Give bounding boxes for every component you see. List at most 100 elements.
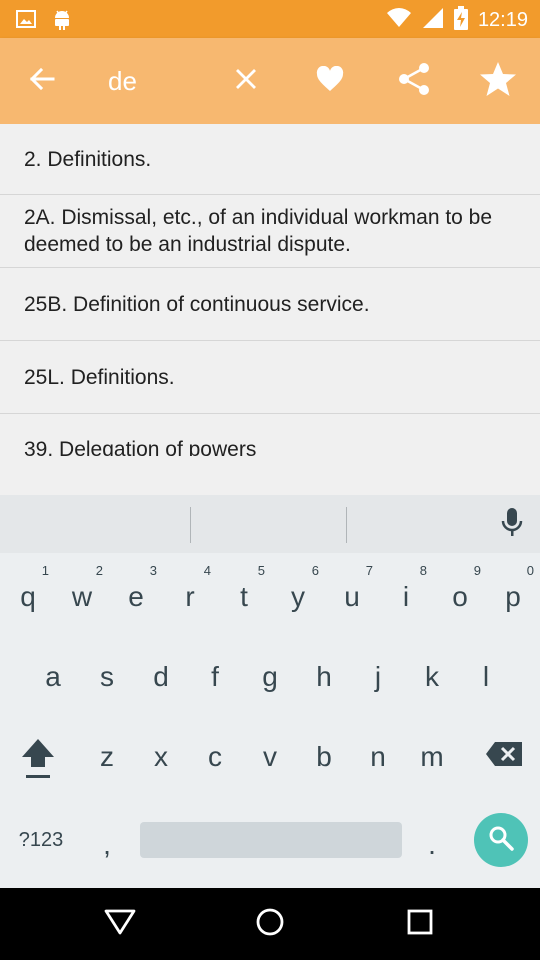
key-j[interactable]: j: [351, 645, 405, 709]
back-button[interactable]: [20, 59, 64, 103]
results-list: 2. Definitions. 2A. Dismissal, etc., of …: [0, 124, 540, 456]
key-p[interactable]: p0: [486, 563, 540, 629]
nav-back-triangle-icon: [104, 909, 136, 940]
search-icon: [488, 825, 514, 856]
backspace-key[interactable]: [476, 725, 532, 789]
key-label: d: [153, 661, 169, 692]
key-label: n: [370, 741, 386, 772]
key-label: .: [428, 829, 436, 860]
key-u[interactable]: u7: [325, 563, 379, 629]
key-v[interactable]: v: [243, 725, 297, 789]
battery-charging-icon: [453, 6, 468, 35]
key-label: c: [208, 741, 222, 772]
key-label: z: [100, 741, 114, 772]
soft-keyboard: q1 w2 e3 r4 t5 y6 u7 i8 o9 p0 a s d f g …: [0, 495, 540, 888]
key-e[interactable]: e3: [109, 563, 163, 629]
list-item[interactable]: 39. Delegation of powers: [0, 414, 540, 456]
symbols-key[interactable]: ?123: [6, 813, 76, 867]
key-d[interactable]: d: [134, 645, 188, 709]
key-label: l: [482, 661, 490, 692]
key-hint: 7: [365, 563, 373, 578]
bookmark-star-button[interactable]: [476, 59, 520, 103]
key-r[interactable]: r4: [163, 563, 217, 629]
key-o[interactable]: o9: [433, 563, 487, 629]
list-item-text: 25L. Definitions.: [24, 365, 175, 389]
shift-key[interactable]: [10, 725, 66, 795]
key-label: q: [20, 581, 36, 612]
nav-home-button[interactable]: [248, 902, 292, 946]
favorite-button[interactable]: [308, 59, 352, 103]
key-w[interactable]: w2: [55, 563, 109, 629]
period-key[interactable]: .: [405, 813, 459, 877]
key-hint: 9: [473, 563, 481, 578]
key-hint: 3: [149, 563, 157, 578]
key-a[interactable]: a: [26, 645, 80, 709]
key-label: w: [71, 581, 93, 612]
key-q[interactable]: q1: [1, 563, 55, 629]
key-label: y: [291, 581, 305, 612]
key-t[interactable]: t5: [217, 563, 271, 629]
suggestion-strip: [0, 495, 540, 553]
clear-icon: [235, 68, 257, 95]
comma-key[interactable]: ,: [80, 813, 134, 877]
cell-signal-icon: [422, 7, 444, 34]
list-item[interactable]: 2A. Dismissal, etc., of an individual wo…: [0, 195, 540, 268]
wifi-icon: [386, 8, 412, 33]
key-x[interactable]: x: [134, 725, 188, 789]
voice-input-button[interactable]: [490, 505, 534, 545]
key-label: h: [316, 661, 332, 692]
key-label: f: [211, 661, 219, 692]
nav-back-button[interactable]: [98, 902, 142, 946]
search-input[interactable]: [108, 64, 218, 98]
key-label: x: [154, 741, 168, 772]
key-n[interactable]: n: [351, 725, 405, 789]
key-label: e: [128, 581, 144, 612]
key-label: g: [262, 661, 278, 692]
key-hint: 5: [257, 563, 265, 578]
key-hint: 6: [311, 563, 319, 578]
key-hint: 8: [419, 563, 427, 578]
navigation-bar: [0, 888, 540, 960]
list-item-text: 39. Delegation of powers: [24, 438, 257, 456]
status-bar: 12:19: [0, 0, 540, 38]
image-notification-icon: [16, 10, 36, 33]
key-s[interactable]: s: [80, 645, 134, 709]
star-icon: [479, 61, 517, 102]
key-label: r: [185, 581, 195, 612]
list-item[interactable]: 25L. Definitions.: [0, 341, 540, 414]
key-k[interactable]: k: [405, 645, 459, 709]
key-hint: 2: [95, 563, 103, 578]
list-item[interactable]: 25B. Definition of continuous service.: [0, 268, 540, 341]
key-y[interactable]: y6: [271, 563, 325, 629]
clear-search-button[interactable]: [224, 59, 268, 103]
key-z[interactable]: z: [80, 725, 134, 789]
key-l[interactable]: l: [459, 645, 513, 709]
key-hint: 1: [41, 563, 49, 578]
key-h[interactable]: h: [297, 645, 351, 709]
suggestion-divider: [190, 507, 191, 543]
nav-recents-button[interactable]: [398, 902, 442, 946]
share-button[interactable]: [392, 59, 436, 103]
list-item-text: 2A. Dismissal, etc., of an individual wo…: [24, 206, 493, 256]
key-label: i: [402, 581, 410, 612]
key-label: t: [240, 581, 248, 612]
key-c[interactable]: c: [188, 725, 242, 789]
keyboard-search-button[interactable]: [474, 813, 528, 867]
backspace-icon: [485, 741, 523, 774]
status-clock: 12:19: [477, 9, 528, 31]
list-item[interactable]: 2. Definitions.: [0, 124, 540, 195]
app-bar: [0, 38, 540, 124]
android-icon: [52, 8, 72, 35]
key-f[interactable]: f: [188, 645, 242, 709]
key-g[interactable]: g: [243, 645, 297, 709]
key-i[interactable]: i8: [379, 563, 433, 629]
key-hint: 4: [203, 563, 211, 578]
key-b[interactable]: b: [297, 725, 351, 789]
space-key[interactable]: [140, 822, 402, 858]
key-label: b: [316, 741, 332, 772]
key-label: ,: [103, 829, 111, 860]
key-label: o: [452, 581, 468, 612]
key-m[interactable]: m: [405, 725, 459, 789]
microphone-icon: [501, 507, 523, 544]
share-icon: [397, 62, 431, 101]
